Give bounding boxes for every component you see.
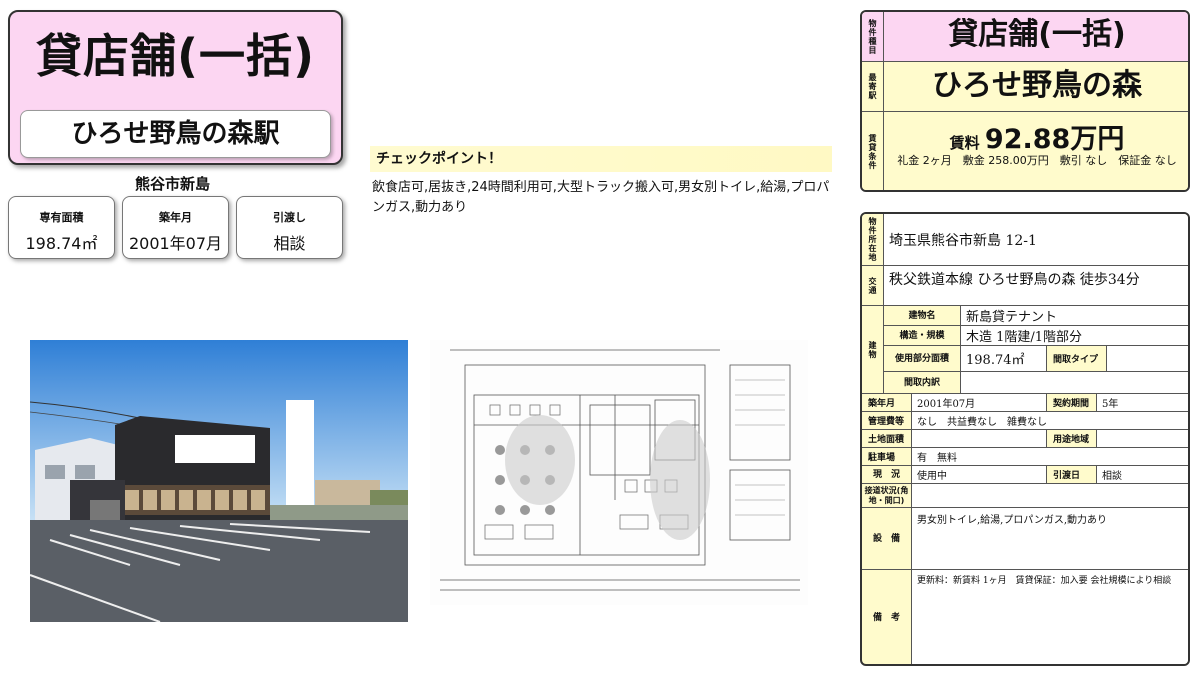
zoning-value [1097, 430, 1188, 448]
layout-type-label: 間取タイプ [1047, 346, 1107, 372]
area-label: 使用部分面積 [884, 346, 961, 372]
rent-prefix: 賃料 [949, 134, 980, 152]
built-label: 築年月 [862, 394, 912, 412]
equipment-value: 男女別トイレ,給湯,プロパンガス,動力あり [912, 508, 1188, 570]
land-label: 土地面積 [862, 430, 912, 448]
info-box-handover: 引渡し 相談 [236, 196, 343, 259]
structure-value: 木造 1階建/1階部分 [961, 326, 1188, 346]
remarks-value: 更新料：新賃料 1ヶ月 賃貸保証：加入要 会社規模により相談 [912, 570, 1188, 664]
summary-panel: 物件種目 貸店舗(一括) 最寄駅 ひろせ野鳥の森 賃貸条件 賃料 92.88万円… [860, 10, 1190, 192]
handover-value: 相談 [1097, 466, 1188, 484]
area-value: 198.74㎡ [961, 346, 1047, 372]
station-title: ひろせ野鳥の森駅 [20, 110, 331, 158]
station-label: 最寄駅 [862, 62, 884, 112]
structure-label: 構造・規模 [884, 326, 961, 346]
access-value: 秩父鉄道本線 ひろせ野鳥の森 徒歩34分 [884, 266, 1188, 306]
building-name-value: 新島貸テナント [961, 306, 1188, 326]
title-card: 貸店舗(一括) ひろせ野鳥の森駅 [8, 10, 343, 165]
details-panel: 物件所在地 埼玉県熊谷市新島 12-1 交通 秩父鉄道本線 ひろせ野鳥の森 徒歩… [860, 212, 1190, 666]
handover-label: 引渡日 [1047, 466, 1097, 484]
parking-value: 有 無料 [912, 448, 1188, 466]
checkpoint-title: チェックポイント！ [370, 146, 832, 172]
contract-label: 契約期間 [1047, 394, 1097, 412]
info-box-area: 専有面積 198.74㎡ [8, 196, 115, 259]
location-value: 埼玉県熊谷市新島 12-1 [884, 214, 1188, 266]
rent-conditions: 礼金 2ヶ月 敷金 258.00万円 敷引 なし 保証金 なし [897, 154, 1177, 167]
property-type-title: 貸店舗(一括) [35, 29, 316, 83]
road-label: 接道状況(角地・間口) [862, 484, 912, 508]
info-box-label: 専有面積 [39, 211, 84, 224]
rent-line: 賃料 92.88万円 [884, 117, 1188, 156]
layout-type-value [1107, 346, 1188, 372]
info-box-built: 築年月 2001年07月 [122, 196, 229, 259]
summary-type: 貸店舗(一括) [884, 12, 1188, 62]
status-value: 使用中 [912, 466, 1047, 484]
access-label: 交通 [862, 266, 884, 306]
layout-detail-label: 間取内訳 [884, 372, 961, 394]
built-value: 2001年07月 [912, 394, 1047, 412]
rent-value: 92.88万円 [984, 124, 1125, 155]
status-label: 現 況 [862, 466, 912, 484]
info-box-value: 相談 [273, 234, 306, 253]
info-box-label: 引渡し [273, 211, 306, 224]
summary-station: ひろせ野鳥の森 [884, 62, 1188, 112]
land-value [912, 430, 1047, 448]
info-box-value: 2001年07月 [128, 234, 223, 253]
building-photo [30, 340, 408, 622]
info-box-value: 198.74㎡ [25, 234, 98, 253]
rent-cell: 賃料 92.88万円 礼金 2ヶ月 敷金 258.00万円 敷引 なし 保証金 … [884, 112, 1188, 190]
parking-label: 駐車場 [862, 448, 912, 466]
location-label: 物件所在地 [862, 214, 884, 266]
contract-value: 5年 [1097, 394, 1188, 412]
checkpoint-text: 飲食店可,居抜き,24時間利用可,大型トラック搬入可,男女別トイレ,給湯,プロパ… [372, 180, 830, 215]
building-label: 建物 [862, 306, 884, 394]
floor-plan [430, 340, 808, 605]
building-name-label: 建物名 [884, 306, 961, 326]
zoning-label: 用途地域 [1047, 430, 1097, 448]
info-box-label: 築年月 [159, 211, 192, 224]
mgmt-value: なし 共益費なし 雑費なし [912, 412, 1188, 430]
equipment-label: 設 備 [862, 508, 912, 570]
area-name: 熊谷市新島 [134, 175, 210, 193]
rent-label: 賃貸条件 [862, 112, 884, 190]
remarks-label: 備 考 [862, 570, 912, 664]
mgmt-label: 管理費等 [862, 412, 912, 430]
type-label: 物件種目 [862, 12, 884, 62]
road-value [912, 484, 1188, 508]
layout-detail-value [961, 372, 1188, 394]
